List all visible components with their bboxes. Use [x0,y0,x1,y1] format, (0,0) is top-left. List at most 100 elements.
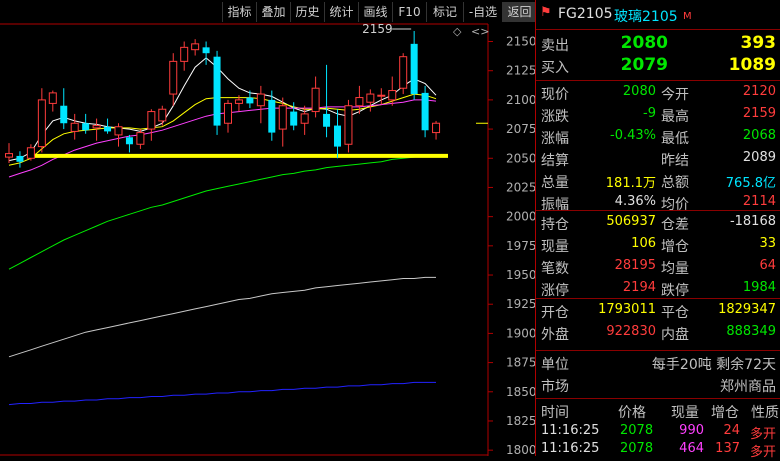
stat-value-1: 2080 [622,84,656,99]
candle-body-down [421,92,429,131]
stat-label-1: 持仓 [541,217,569,233]
stat-row: 振幅 4.36% 均价 2114 [536,194,780,214]
stat-value-2: 1829347 [718,302,776,317]
stat-label-1: 现价 [541,87,569,103]
y-tick-label: 2050 [506,151,535,165]
sell-price: 2080 [620,33,668,53]
candle-body-up [48,92,57,104]
y-tick-label: 1950 [506,268,535,282]
statistics-button[interactable]: 统计 [324,2,358,22]
stat-row: 涨幅 -0.43% 最低 2068 [536,128,780,148]
candle-body-up [377,94,386,97]
divider [536,80,780,81]
stat-row: 笔数 28195 均量 64 [536,258,780,278]
stat-row: 总量 181.1万 总额 765.8亿 [536,172,780,192]
buy-row[interactable]: 买入 2079 1089 [536,55,780,77]
stat-value-1: 4.36% [614,194,656,209]
tick-price: 2078 [620,423,654,438]
y-tick-label: 2100 [506,93,535,107]
stat-row: 现量 106 增仓 33 [536,236,780,256]
y-tick-label: 1900 [506,326,535,340]
stat-row: 外盘 922830 内盘 888349 [536,324,780,344]
stat-value-1: -9 [643,106,656,121]
candle-body-up [136,132,145,145]
remove-watchlist-button[interactable]: -自选 [463,2,502,22]
back-button[interactable]: 返回 [502,2,536,22]
stat-label-2: 昨结 [661,153,689,169]
y-tick-label: 2150 [506,35,535,49]
y-tick-label: 2000 [506,210,535,224]
tick-volume: 990 [679,423,704,438]
stat-value-1: -0.43% [610,128,656,143]
moving-average-lines [8,57,437,406]
candle-body-up [355,97,364,107]
candle-body-down [202,47,210,54]
stat-label-2: 增仓 [661,239,689,255]
tick-volume: 464 [679,441,704,456]
overlay-button[interactable]: 叠加 [256,2,290,22]
stat-label-2: 总额 [661,175,689,191]
mark-button[interactable]: 标记 [426,2,463,22]
kline-chart-svg[interactable]: 2150 2125 2100 2075 2050 2025 2000 1975 1950 1925… [0,0,535,456]
divider [536,350,780,351]
unit-value: 每手20吨 剩余72天 [651,357,776,373]
candle-body-up [399,56,408,89]
y-tick-label: 1825 [506,414,535,428]
stat-label-1: 振幅 [541,197,569,213]
divider [536,29,780,30]
candle-body-down [334,125,341,147]
main-contract-badge: M [683,11,692,22]
stat-row: 持仓 506937 仓差 -18168 [536,214,780,234]
y-axis-ticks: 2150 2125 2100 2075 2050 2025 2000 1975 1950 1925… [488,35,535,456]
stat-label-1: 现量 [541,239,569,255]
ticks-header-price: 价格 [618,405,646,421]
sell-row[interactable]: 卖出 2080 393 [536,33,780,55]
diamond-icon[interactable]: ◇ [453,25,461,38]
stat-value-1: 181.1万 [605,176,656,191]
history-button[interactable]: 历史 [290,2,324,22]
stat-row: 结算 昨结 2089 [536,150,780,170]
stat-row: 涨停 2194 跌停 1984 [536,280,780,300]
stat-value-2: 765.8亿 [725,176,776,191]
buy-volume: 1089 [728,55,776,75]
candle-body-down [290,111,298,126]
candle-body-down [246,97,254,104]
stat-value-1: 2194 [622,280,656,295]
f10-button[interactable]: F10 [392,2,426,22]
candle-body-up [70,122,79,132]
stat-row: 涨跌 -9 最高 2159 [536,106,780,126]
candle-body-up [432,122,441,134]
candle-body-up [256,93,265,107]
stat-label-2: 最高 [661,109,689,125]
draw-line-button[interactable]: 画线 [358,2,392,22]
candle-body-up [388,90,397,101]
stat-value-1: 1793011 [598,302,656,317]
stat-value-2: 2089 [742,150,776,165]
stat-label-2: 今开 [661,87,689,103]
candles [5,31,441,168]
tick-row[interactable]: 11:16:25 2078 990 24 多开 [536,423,780,443]
stat-label-1: 涨幅 [541,131,569,147]
indicator-button[interactable]: 指标 [222,2,256,22]
ma-magenta-line [8,99,437,178]
stat-row: 现价 2080 今开 2120 [536,84,780,104]
y-tick-label: 1925 [506,297,535,311]
candle-body-up [26,147,35,159]
candle-body-down [323,113,331,127]
tick-oi-change: 137 [715,441,740,456]
y-tick-label: 1800 [506,443,535,456]
y-tick-label: 1875 [506,356,535,370]
ticks-header-nature: 性质 [751,405,779,421]
candle-body-up [311,87,320,113]
expand-icon[interactable]: <> [471,25,489,38]
candle-body-up [37,99,46,148]
contract-header: ⚑ FG2105 玻璃2105 M [536,5,780,25]
buy-label: 买入 [541,60,569,76]
ma-blue-line [8,381,436,406]
stat-value-2: 2159 [742,106,776,121]
kline-chart[interactable]: 2150 2125 2100 2075 2050 2025 2000 1975 1950 1925… [0,0,536,456]
market-row: 市场 郑州商品 [536,376,780,396]
stat-label-1: 笔数 [541,261,569,277]
high-price-label: 2159 [362,22,393,36]
tick-row[interactable]: 11:16:25 2078 464 137 多开 [536,441,780,461]
